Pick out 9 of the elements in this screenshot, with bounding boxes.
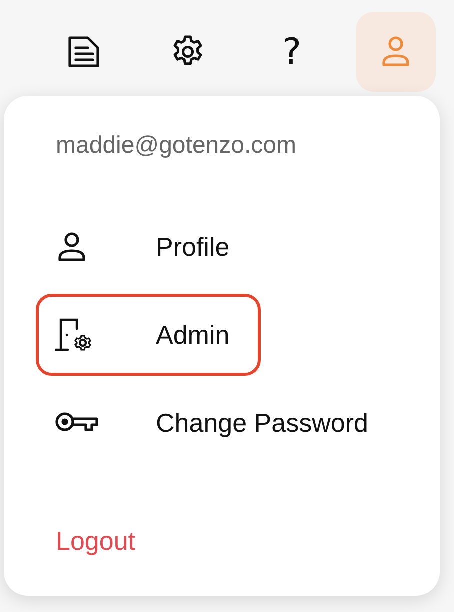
menu-item[interactable]: Admin [36,294,261,376]
menu-item[interactable]: Profile [36,206,261,288]
help-button[interactable]: ? [252,12,332,92]
menu-item[interactable]: Change Password [36,382,372,464]
account-email: maddie@gotenzo.com [56,132,296,161]
door-gear-icon [55,318,93,352]
document-icon [67,35,101,69]
logout-link[interactable]: Logout [56,526,136,557]
key-icon [55,412,99,434]
